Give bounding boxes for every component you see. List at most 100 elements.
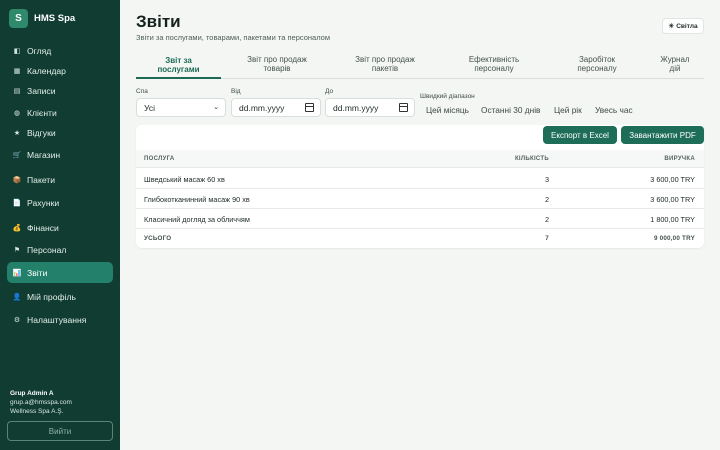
package-icon: 📦 <box>12 176 22 184</box>
theme-toggle-label: Світла <box>676 22 698 30</box>
user-info: Grup Admin A grup.a@hmsspa.com Wellness … <box>10 389 72 416</box>
to-date-label: До <box>325 88 334 95</box>
tab-label: Заробіток <box>578 55 616 64</box>
tab-label: персоналу <box>577 64 617 73</box>
invoice-icon: 📄 <box>12 199 22 207</box>
finance-icon: 💰 <box>12 224 22 232</box>
brand[interactable]: S HMS Spa <box>9 9 75 28</box>
sidebar-item-label: Пакети <box>27 174 56 185</box>
sidebar-item-label: Звіти <box>27 267 48 278</box>
tab-label: персоналу <box>474 64 514 73</box>
profile-icon: 👤 <box>12 293 22 301</box>
active-tab-indicator <box>136 77 221 79</box>
tab-staff-performance[interactable]: Ефективність персоналу <box>448 55 540 73</box>
table-row: Шведський масаж 60 хв 3 3 600,00 TRY <box>136 169 704 189</box>
from-date-input[interactable]: dd.mm.yyyy <box>231 98 321 117</box>
sidebar-item-profile[interactable]: 👤 Мій профіль <box>7 286 113 307</box>
total-count: 7 <box>545 235 549 242</box>
column-header-service: ПОСЛУГА <box>144 156 175 162</box>
user-name: Grup Admin A <box>10 390 54 397</box>
sidebar-item-label: Записи <box>27 85 56 96</box>
service-revenue: 1 800,00 TRY <box>650 215 695 224</box>
tab-label: Звіт про продаж <box>247 55 307 64</box>
tab-services-report[interactable]: Звіт за послугами <box>136 56 221 74</box>
table-total-row: УСЬОГО 7 9 000,00 TRY <box>136 229 704 249</box>
quick-range-this-year[interactable]: Цей рік <box>554 105 582 115</box>
sidebar-item-label: Клієнти <box>27 107 57 118</box>
calendar-icon[interactable] <box>399 103 408 112</box>
star-icon: ★ <box>13 129 21 137</box>
calendar-icon: ▦ <box>13 67 21 75</box>
tab-label: Звіт за <box>165 56 192 65</box>
sidebar-item-label: Календар <box>27 65 66 76</box>
sidebar-item-invoices[interactable]: 📄 Рахунки <box>7 192 113 213</box>
quick-range-last-30-days[interactable]: Останні 30 днів <box>481 105 540 115</box>
chevron-down-icon: ⌄ <box>213 104 219 111</box>
sidebar-item-label: Рахунки <box>27 197 60 208</box>
tab-label: Журнал <box>660 55 690 64</box>
sidebar-item-calendar[interactable]: ▦ Календар <box>7 60 113 81</box>
sidebar-item-label: Мій профіль <box>27 291 76 302</box>
service-name: Глибокотканинний масаж 90 хв <box>144 195 250 204</box>
chart-icon: 📊 <box>12 269 22 277</box>
export-excel-button[interactable]: Експорт в Excel <box>543 126 617 144</box>
gear-icon: ⚙ <box>13 316 21 324</box>
calendar-icon[interactable] <box>305 103 314 112</box>
quick-range-this-month[interactable]: Цей місяць <box>426 105 469 115</box>
table-row: Класичний догляд за обличчям 2 1 800,00 … <box>136 209 704 229</box>
sidebar-item-finance[interactable]: 💰 Фінанси <box>7 217 113 238</box>
tab-staff-earnings[interactable]: Заробіток персоналу <box>551 55 643 73</box>
report-card: Експорт в Excel Завантажити PDF ПОСЛУГА … <box>136 125 704 248</box>
sidebar-item-reports[interactable]: 📊 Звіти <box>7 262 113 283</box>
sidebar-item-label: Магазин <box>27 149 61 160</box>
tab-label: послугами <box>157 65 200 74</box>
total-revenue: 9 000,00 TRY <box>653 235 695 242</box>
sidebar-item-staff[interactable]: ⚑ Персонал <box>7 239 113 260</box>
service-revenue: 3 600,00 TRY <box>650 195 695 204</box>
sidebar-item-appointments[interactable]: ▤ Записи <box>7 80 113 101</box>
clients-icon: ◍ <box>13 109 21 117</box>
sidebar-item-packages[interactable]: 📦 Пакети <box>7 169 113 190</box>
sidebar-item-reviews[interactable]: ★ Відгуки <box>7 122 113 143</box>
sidebar-item-clients[interactable]: ◍ Клієнти <box>7 102 113 123</box>
logout-button[interactable]: Вийти <box>7 421 113 441</box>
download-pdf-button[interactable]: Завантажити PDF <box>621 126 704 144</box>
overview-icon: ◧ <box>13 47 21 55</box>
theme-toggle-button[interactable]: ☀ Світла <box>662 18 704 34</box>
service-count: 3 <box>544 175 549 184</box>
sidebar: S HMS Spa ◧ Огляд ▦ Календар ▤ Записи ◍ Кліє… <box>0 0 120 450</box>
tab-label: дій <box>669 64 681 73</box>
from-date-placeholder: dd.mm.yyyy <box>239 102 285 113</box>
user-email: grup.a@hmsspa.com <box>10 399 72 406</box>
service-count: 2 <box>544 215 549 224</box>
table-header: ПОСЛУГА КІЛЬКІСТЬ ВИРУЧКА <box>136 150 704 168</box>
spa-filter-label: Спа <box>136 88 148 95</box>
page-title: Звіти <box>136 12 181 31</box>
tab-activity-log[interactable]: Журнал дій <box>651 55 699 73</box>
to-date-input[interactable]: dd.mm.yyyy <box>325 98 415 117</box>
service-name: Класичний догляд за обличчям <box>144 215 250 224</box>
flag-icon: ⚑ <box>13 246 21 254</box>
to-date-placeholder: dd.mm.yyyy <box>333 102 379 113</box>
tab-label: товарів <box>263 64 291 73</box>
appointments-icon: ▤ <box>13 87 21 95</box>
sun-icon: ☀ <box>668 23 675 30</box>
report-tabs: Звіт за послугами Звіт про продаж товарів … <box>136 55 704 79</box>
from-date-label: Від <box>231 88 241 95</box>
sidebar-item-settings[interactable]: ⚙ Налаштування <box>7 309 113 330</box>
page-subtitle: Звіти за послугами, товарами, пакетами т… <box>136 33 330 42</box>
quick-range-all-time[interactable]: Увесь час <box>595 105 633 115</box>
service-count: 2 <box>544 195 549 204</box>
sidebar-item-overview[interactable]: ◧ Огляд <box>7 40 113 61</box>
service-revenue: 3 600,00 TRY <box>650 175 695 184</box>
spa-select[interactable]: Усі ⌄ <box>136 98 226 117</box>
column-header-revenue: ВИРУЧКА <box>664 156 695 162</box>
shop-icon: 🛒 <box>12 151 22 159</box>
sidebar-item-label: Огляд <box>27 45 52 56</box>
brand-logo: S <box>9 9 28 28</box>
tab-products-sales[interactable]: Звіт про продаж товарів <box>231 55 323 73</box>
column-header-count: КІЛЬКІСТЬ <box>514 156 549 162</box>
tab-packages-sales[interactable]: Звіт про продаж пакетів <box>339 55 431 73</box>
table-row: Глибокотканинний масаж 90 хв 2 3 600,00 … <box>136 189 704 209</box>
sidebar-item-shop[interactable]: 🛒 Магазин <box>7 144 113 165</box>
